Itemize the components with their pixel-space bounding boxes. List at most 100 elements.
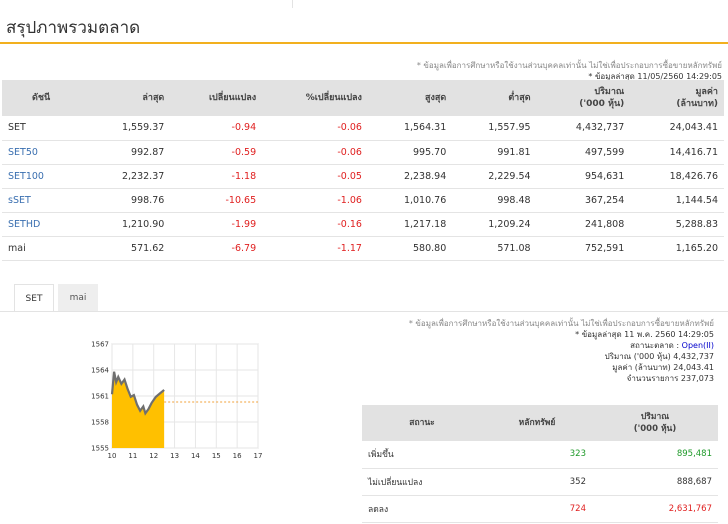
cell-pct: -0.05 [262,164,368,189]
col-low: ต่ำสุด [452,80,537,116]
cell-last: 571.62 [85,236,171,261]
status-label: สถานะตลาด : [630,341,680,350]
info-updated: * ข้อมูลล่าสุด 11 พ.ค. 2560 14:29:05 [575,330,714,339]
value-label: มูลค่า (ล้านบาท) [612,363,671,372]
divider [292,0,293,8]
col-volume: ปริมาณ ('000 หุ้น) [592,405,718,441]
cell-pct: -0.06 [262,116,368,141]
info-status: สถานะตลาด : Open(II) [374,340,714,351]
cell-last: 1,559.37 [85,116,171,141]
cell-volume: 367,254 [536,188,631,213]
cell-low: 571.08 [452,236,537,261]
info-disclaimer: * ข้อมูลเพื่อการศึกษาหรือใช้งานส่วนบุคคล… [408,319,714,328]
cell-high: 1,564.31 [367,116,453,141]
index-link-set100[interactable]: SET100 [2,164,86,189]
y-tick-label: 1558 [91,419,109,427]
col-change: เปลี่ยนแปลง [170,80,263,116]
x-tick-label: 16 [233,452,242,460]
intraday-chart: 10 11 12 13 14 15 16 17 1567 1564 1561 1558 1555 [91,341,263,461]
cell-last: 992.87 [85,140,171,165]
x-tick-label: 10 [108,452,117,460]
cell-last: 998.76 [85,188,171,213]
col-index: ดัชนี [2,80,86,116]
market-breadth-table: สถานะ หลักทรัพย์ ปริมาณ ('000 หุ้น) เพิ่… [362,405,718,523]
cell-pct: -1.17 [262,236,368,261]
page-header: สรุปภาพรวมตลาด [0,0,728,46]
cell-volume: 2,631,767 [592,495,718,523]
cell-volume: 4,432,737 [536,116,631,141]
cell-volume: 895,481 [592,441,718,469]
table-row: ลดลง 724 2,631,767 [362,495,718,523]
tab-set[interactable]: SET [14,284,54,312]
market-info: * ข้อมูลเพื่อการศึกษาหรือใช้งานส่วนบุคคล… [374,318,714,384]
col-securities: หลักทรัพย์ [482,405,592,441]
table-row: sSET 998.76 -10.65 -1.06 1,010.76 998.48… [2,188,724,213]
info-value: มูลค่า (ล้านบาท) 24,043.41 [374,362,714,373]
cell-low: 1,209.24 [452,212,537,237]
cell-volume: 888,687 [592,468,718,496]
index-link-sset[interactable]: sSET [2,188,86,213]
col-status: สถานะ [362,405,482,441]
status-down: ลดลง [362,495,482,523]
cell-value: 24,043.41 [630,116,724,141]
x-tick-label: 11 [128,452,137,460]
cell-count: 352 [482,468,592,496]
x-tick-label: 12 [149,452,158,460]
cell-pct: -0.06 [262,140,368,165]
index-link-set50[interactable]: SET50 [2,140,86,165]
cell-low: 991.81 [452,140,537,165]
cell-last: 1,210.90 [85,212,171,237]
y-tick-label: 1564 [91,367,109,375]
cell-change: -10.65 [170,188,263,213]
page-title: สรุปภาพรวมตลาด [6,18,141,38]
cell-high: 995.70 [367,140,453,165]
cell-value: 14,416.71 [630,140,724,165]
cell-last: 2,232.37 [85,164,171,189]
cell-count: 323 [482,441,592,469]
cell-low: 1,557.95 [452,116,537,141]
deals-value: 237,073 [680,374,714,383]
x-tick-label: 14 [191,452,200,460]
cell-value: 1,165.20 [630,236,724,261]
index-link-sethd[interactable]: SETHD [2,212,86,237]
cell-high: 580.80 [367,236,453,261]
cell-pct: -1.06 [262,188,368,213]
y-tick-label: 1561 [91,393,109,401]
status-unchanged: ไม่เปลี่ยนแปลง [362,468,482,496]
deals-label: จำนวนรายการ [626,374,679,383]
table-row: SET50 992.87 -0.59 -0.06 995.70 991.81 4… [2,140,724,165]
cell-high: 1,010.76 [367,188,453,213]
cell-volume: 241,808 [536,212,631,237]
status-up: เพิ่มขึ้น [362,441,482,469]
cell-low: 2,229.54 [452,164,537,189]
index-summary-table: ดัชนี ล่าสุด เปลี่ยนแปลง %เปลี่ยนแปลง สู… [2,80,724,261]
cell-high: 1,217.18 [367,212,453,237]
table-row: SETHD 1,210.90 -1.99 -0.16 1,217.18 1,20… [2,212,724,237]
volume-value: 4,432,737 [673,352,714,361]
x-tick-label: 13 [170,452,179,460]
col-pct-change: %เปลี่ยนแปลง [262,80,368,116]
table-row: SET 1,559.37 -0.94 -0.06 1,564.31 1,557.… [2,116,724,141]
tab-panel-border [0,311,728,312]
cell-change: -6.79 [170,236,263,261]
col-high: สูงสุด [367,80,453,116]
cell-volume: 954,631 [536,164,631,189]
y-tick-label: 1555 [91,445,109,453]
x-tick-label: 17 [254,452,263,460]
table-row: ไม่เปลี่ยนแปลง 352 888,687 [362,468,718,496]
table-row: mai 571.62 -6.79 -1.17 580.80 571.08 752… [2,236,724,261]
cell-change: -0.59 [170,140,263,165]
cell-high: 2,238.94 [367,164,453,189]
value-value: 24,043.41 [673,363,714,372]
cell-value: 18,426.76 [630,164,724,189]
title-underline [0,42,728,44]
tab-mai[interactable]: mai [58,284,98,312]
info-deals: จำนวนรายการ 237,073 [374,373,714,384]
index-name-mai: mai [2,236,86,261]
y-tick-label: 1567 [91,341,109,349]
cell-change: -0.94 [170,116,263,141]
volume-label: ปริมาณ ('000 หุ้น) [604,352,671,361]
cell-change: -1.18 [170,164,263,189]
table-header-row: สถานะ หลักทรัพย์ ปริมาณ ('000 หุ้น) [362,405,718,441]
col-last: ล่าสุด [85,80,171,116]
